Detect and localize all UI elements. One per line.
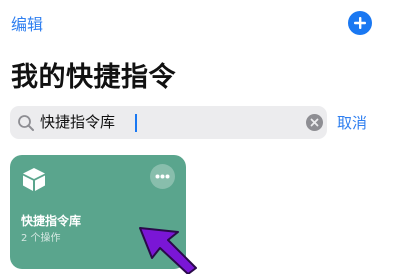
clear-search-button[interactable] [306, 114, 323, 131]
cancel-button[interactable]: 取消 [337, 113, 367, 133]
cube-icon [23, 168, 45, 191]
text-caret [135, 114, 137, 132]
shortcut-card-subtitle: 2 个操作 [21, 233, 61, 244]
page-title: 我的快捷指令 [11, 62, 176, 93]
plus-icon [354, 17, 366, 29]
magnifier-icon [18, 115, 34, 131]
add-shortcut-button[interactable] [348, 11, 372, 35]
top-bar: 编辑 [0, 0, 414, 50]
more-options-button[interactable] [150, 164, 175, 189]
search-input[interactable] [38, 110, 300, 135]
shortcut-card-title: 快捷指令库 [21, 214, 82, 228]
search-bar[interactable] [10, 106, 327, 139]
edit-button[interactable]: 编辑 [11, 15, 43, 35]
ellipsis-icon [155, 174, 170, 179]
clear-x-icon [310, 118, 319, 127]
annotation-arrow-icon [139, 227, 197, 274]
